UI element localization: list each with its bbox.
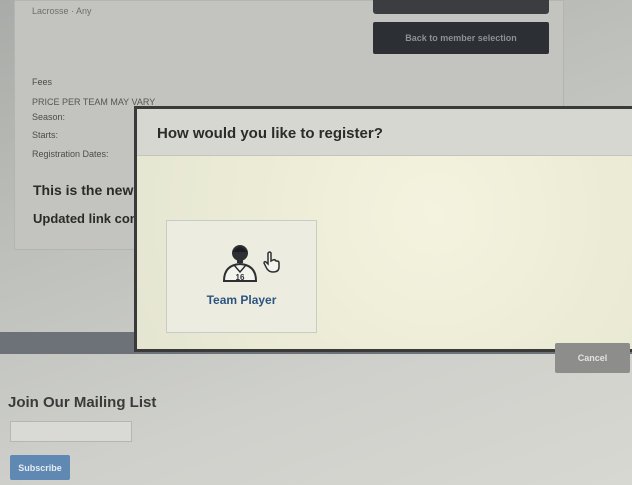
filter-text: Lacrosse · Any xyxy=(32,6,92,16)
updated-link-text: Updated link com xyxy=(33,211,142,226)
team-player-label: Team Player xyxy=(206,293,277,307)
season-label: Season: xyxy=(32,112,66,122)
announcement-heading: This is the new re xyxy=(33,182,151,198)
jersey-number: 16 xyxy=(236,273,245,282)
pointer-hand-icon xyxy=(263,251,280,273)
team-player-icon: 16 xyxy=(222,245,258,282)
back-to-member-selection-button[interactable]: Back to member selection xyxy=(373,22,549,54)
top-button-edge xyxy=(373,0,549,14)
register-modal: How would you like to register? 16 Team … xyxy=(134,106,632,373)
cancel-button[interactable]: Cancel xyxy=(555,343,630,373)
registration-dates-label: Registration Dates: xyxy=(32,149,109,159)
mailing-email-input[interactable] xyxy=(10,421,132,442)
starts-label: Starts: xyxy=(32,130,59,140)
team-player-option[interactable]: 16 Team Player xyxy=(166,220,317,333)
subscribe-button[interactable]: Subscribe xyxy=(10,455,70,480)
fees-label: Fees xyxy=(32,77,53,87)
modal-header: How would you like to register? xyxy=(137,109,632,156)
modal-body: 16 Team Player Cancel xyxy=(137,156,632,373)
mailing-list-title: Join Our Mailing List xyxy=(8,394,157,411)
modal-title: How would you like to register? xyxy=(157,125,383,142)
